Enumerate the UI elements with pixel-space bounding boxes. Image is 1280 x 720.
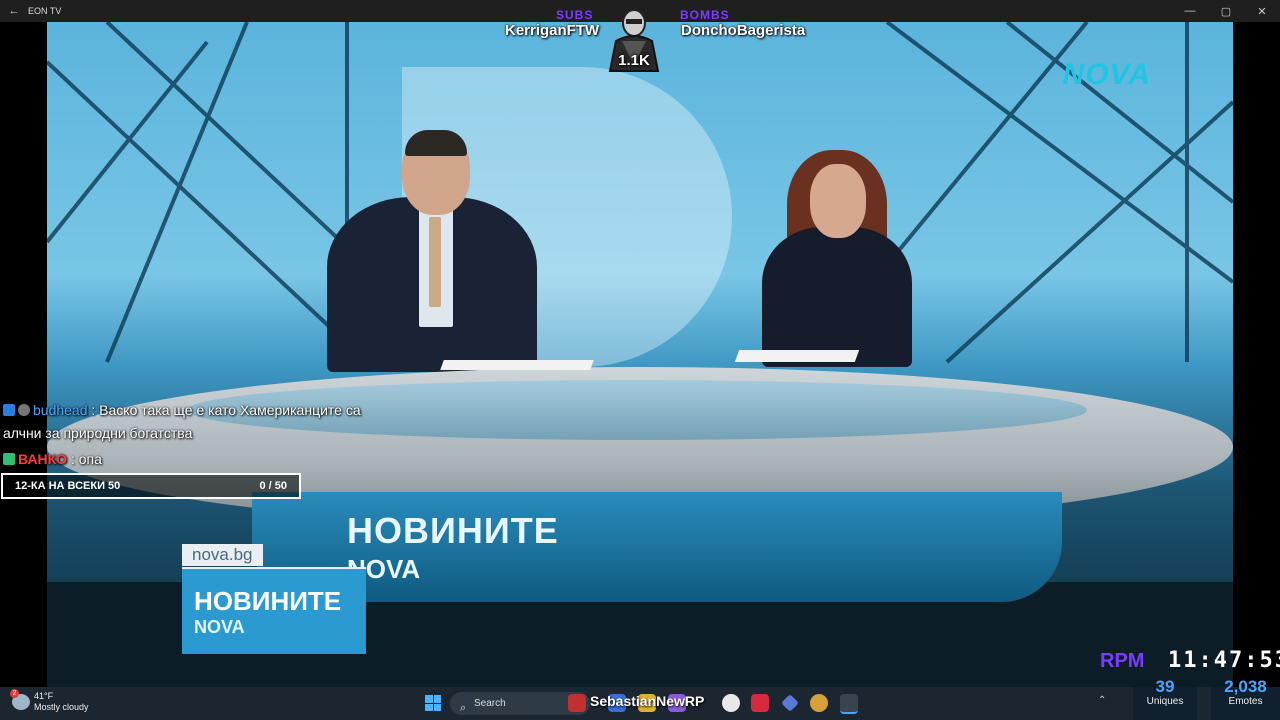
minimize-icon[interactable]: — (1172, 5, 1208, 17)
notification-badge: 2 (10, 689, 19, 698)
app-icon[interactable] (840, 694, 858, 714)
weather-widget[interactable]: 2 41°F Mostly cloudy (10, 689, 89, 713)
weather-temp: 41°F (34, 691, 54, 701)
anchor-female (762, 227, 912, 367)
goal-bar: 12-КА НА ВСЕКИ 50 0 / 50 (1, 473, 301, 499)
lower-third-subtitle: NOVA (194, 617, 245, 637)
desk-paper (734, 350, 860, 362)
app-icon[interactable] (781, 694, 799, 712)
chat-username[interactable]: ВАНКО (18, 451, 67, 467)
badge-icon (18, 404, 30, 416)
taskbar: 2 41°F Mostly cloudy ⌕ Search SebastianN… (0, 678, 1280, 720)
app-icon[interactable] (751, 694, 769, 712)
uniques-stat: 39 Uniques (1133, 678, 1197, 720)
goal-progress: 0 / 50 (259, 480, 287, 492)
tray-chevron-icon[interactable]: ⌃ (1098, 695, 1106, 706)
emotes-stat: 2,038 Emotes (1211, 678, 1280, 720)
weather-desc: Mostly cloudy (34, 702, 89, 712)
latest-bomb-user: DonchoBagerista (681, 22, 806, 39)
sub-counter: 1.1K (618, 52, 650, 69)
search-placeholder: Search (474, 698, 506, 709)
emotes-value: 2,038 (1224, 677, 1267, 696)
goal-label: 12-КА НА ВСЕКИ 50 (15, 480, 121, 492)
bombs-label: BOMBS (680, 8, 730, 22)
chat-text: : опа (70, 451, 102, 467)
desk-title: НОВИНИТЕ (347, 510, 559, 551)
chrome-icon[interactable] (722, 694, 740, 712)
desk-branding: НОВИНИТЕ NOVA (347, 510, 559, 585)
video-player[interactable]: NOVA НОВИНИТЕ NOVA nova.bg НОВИНИТЕ NOVA (47, 22, 1233, 687)
lower-third-title: НОВИНИТЕ (194, 586, 342, 616)
windows-start-icon[interactable] (425, 695, 441, 711)
streamer-name: SebastianNewRP (590, 693, 705, 709)
weather-cloud-icon: 2 (10, 689, 30, 710)
subs-label: SUBS (556, 8, 594, 22)
app-icon[interactable] (568, 694, 586, 712)
uniques-label: Uniques (1146, 696, 1184, 707)
badge-icon (3, 453, 15, 465)
lower-third: nova.bg НОВИНИТЕ NOVA (182, 544, 366, 654)
emotes-label: Emotes (1228, 696, 1263, 707)
channel-logo: NOVA (1062, 58, 1151, 91)
chat-message: budhead : Васко така ще е като Хамерикан… (3, 402, 361, 418)
rpm-label: RPM (1100, 650, 1145, 672)
app-icon[interactable] (810, 694, 828, 712)
chat-message: ВАНКО : опа (3, 451, 102, 467)
chat-message-continuation: алчни за природни богатства (3, 425, 193, 441)
desk-subtitle: NOVA (347, 554, 421, 584)
window-title: EON TV (28, 6, 62, 16)
chat-username[interactable]: budhead (33, 402, 88, 418)
lower-third-url: nova.bg (182, 544, 263, 566)
lower-third-box: НОВИНИТЕ NOVA (182, 567, 366, 654)
desk-paper (440, 360, 594, 370)
badge-icon (3, 404, 15, 416)
anchor-male-hair (405, 130, 467, 156)
close-icon[interactable]: ✕ (1244, 5, 1280, 18)
anchor-female-head (810, 164, 866, 238)
search-icon: ⌕ (460, 702, 467, 714)
maximize-icon[interactable]: ▢ (1208, 5, 1244, 18)
chat-text: : Васко така ще е като Хамериканците са (91, 402, 361, 418)
latest-sub-user: KerriganFTW (505, 22, 600, 39)
uniques-value: 39 (1155, 677, 1175, 696)
anchor-male-tie (429, 217, 441, 307)
back-arrow-icon[interactable]: ← (0, 5, 28, 17)
overlay-clock: 11:47:53 (1168, 648, 1280, 673)
